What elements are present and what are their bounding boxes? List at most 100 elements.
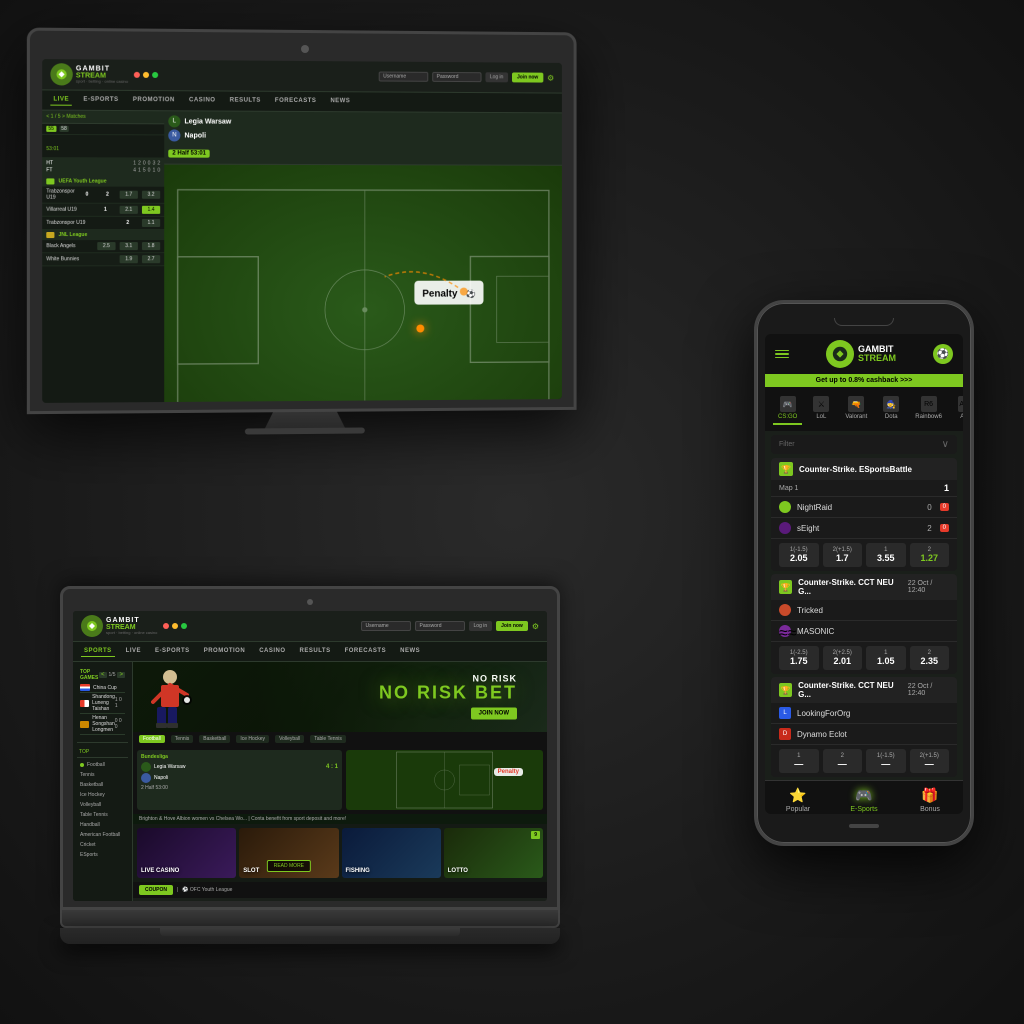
phone-s3-odds3-btn[interactable]: 1(-1.5) — — [866, 749, 906, 773]
laptop-ql-icehockey[interactable]: Ice Hockey — [236, 735, 269, 743]
phone-tab-csgo[interactable]: 🎮 CS:GO — [773, 393, 802, 425]
phone-section2-icon: 🏆 — [779, 580, 792, 594]
monitor-password-input[interactable]: Password — [432, 72, 481, 82]
laptop-sport-basketball[interactable]: Basketball — [77, 780, 128, 790]
laptop-prev-btn[interactable]: < — [99, 672, 107, 678]
phone-nav-esports[interactable]: 🎮 E-Sports — [831, 787, 897, 813]
laptop-nav-results[interactable]: RESULTS — [297, 646, 334, 657]
phone-tab-aov[interactable]: AoV AoV — [953, 393, 963, 425]
laptop-touchpad — [160, 928, 460, 936]
laptop-card-livecasino[interactable]: LIVE CASINO — [137, 828, 236, 878]
laptop-lotto-badge: 9 — [531, 831, 540, 839]
laptop-card-lotto[interactable]: LOTTO 9 — [444, 828, 543, 878]
monitor-login-button[interactable]: Log in — [485, 72, 508, 82]
laptop-nav-esports[interactable]: E-SPORTS — [152, 646, 193, 657]
phone-s3-odds1-btn[interactable]: 1 — — [779, 749, 819, 773]
phone-cashback-bar[interactable]: Get up to 0.8% cashback >>> — [765, 374, 963, 387]
phone-section1-map-row: Map 1 1 — [771, 480, 957, 497]
laptop-sport-american-football[interactable]: American Football — [77, 830, 128, 840]
phone-s2-odds1-btn[interactable]: 1(-2.5) 1.75 — [779, 646, 819, 670]
phone-tab-lol[interactable]: ⚔ LoL — [808, 393, 834, 425]
laptop-password-input[interactable]: Password — [415, 621, 465, 631]
phone-ball-icon: ⚽ — [933, 344, 953, 364]
laptop-ql-tennis[interactable]: Tennis — [171, 735, 193, 743]
phone-s2-odds2-btn[interactable]: 2(+2.5) 2.01 — [823, 646, 863, 670]
laptop-ql-tabletennis[interactable]: Table Tennis — [310, 735, 346, 743]
laptop-sport-esports[interactable]: ESports — [77, 850, 128, 860]
monitor-league-header: UEFA Youth League — [42, 176, 164, 186]
laptop-nav-live[interactable]: LIVE — [123, 646, 144, 657]
laptop-sport-tennis[interactable]: Tennis — [77, 770, 128, 780]
laptop-card-fishing[interactable]: FISHING — [342, 828, 441, 878]
laptop-bottom-bar: COUPON | ⚽ OFC Youth League — [133, 882, 547, 898]
monitor-nav-esports[interactable]: E-SPORTS — [80, 95, 121, 106]
laptop-coupon-btn[interactable]: COUPON — [139, 885, 173, 895]
phone-tab-rainbow6[interactable]: R6 Rainbow6 — [910, 393, 947, 425]
phone-s3-odds4-btn[interactable]: 2(+1.5) — — [910, 749, 950, 773]
monitor-lang-icon[interactable]: ⚙ — [547, 73, 554, 82]
laptop-lang-icon[interactable]: ⚙ — [532, 622, 539, 631]
phone-s2-odds4-btn[interactable]: 2 2.35 — [910, 646, 950, 670]
field-lines-svg — [164, 165, 562, 403]
laptop-hero-cta[interactable]: Join now — [471, 708, 517, 720]
phone-logo-svg — [831, 345, 849, 363]
phone-tab-valorant[interactable]: 🔫 Valorant — [840, 393, 872, 425]
laptop-username-input[interactable]: Username — [361, 621, 411, 631]
laptop-nav-casino[interactable]: CASINO — [256, 646, 288, 657]
laptop-football-dot — [80, 763, 84, 767]
laptop-card-slot[interactable]: SLOT READ MORE — [239, 828, 338, 878]
laptop-next-btn[interactable]: > — [117, 672, 125, 678]
laptop-join-button[interactable]: Join now — [496, 621, 528, 631]
laptop-nav-forecasts[interactable]: FORECASTS — [342, 646, 390, 657]
phone-nav-bonus[interactable]: 🎁 Bonus — [897, 787, 963, 813]
desktop-monitor: GAMBIT STREAM sport · betting · online c… — [27, 28, 577, 437]
monitor-join-button[interactable]: Join now — [512, 72, 543, 82]
laptop-ql-volleyball[interactable]: Volleyball — [275, 735, 304, 743]
phone-s1-odds2-btn[interactable]: 2(+1.5) 1.7 — [823, 543, 863, 567]
laptop-sport-volleyball[interactable]: Volleyball — [77, 800, 128, 810]
phone-section3-date: 22 Oct / 12:40 — [908, 683, 949, 697]
monitor-nav-live[interactable]: LIVE — [50, 94, 72, 105]
monitor-nav-casino[interactable]: CASINO — [186, 95, 219, 106]
phone-s2-odds3-btn[interactable]: 1 1.05 — [866, 646, 906, 670]
phone-s1-odds3-btn[interactable]: 1 3.55 — [866, 543, 906, 567]
laptop-nav-news[interactable]: NEWS — [397, 646, 423, 657]
monitor-nav-forecasts[interactable]: FORECASTS — [272, 96, 320, 107]
laptop-ql-basketball[interactable]: Basketball — [199, 735, 230, 743]
phone-s3-odds2-btn[interactable]: 2 — — [823, 749, 863, 773]
phone-csgo-icon: 🎮 — [780, 396, 796, 412]
laptop-sport-icehockey[interactable]: Ice Hockey — [77, 790, 128, 800]
laptop-sport-cricket[interactable]: Cricket — [77, 840, 128, 850]
monitor-match-teams-header: L Legia Warsaw N Napoli 2 Half — [164, 111, 562, 165]
phone-aov-icon: AoV — [958, 396, 963, 412]
laptop-sport-tabletennis[interactable]: Table Tennis — [77, 810, 128, 820]
phone-nav-popular[interactable]: ⭐ Popular — [765, 787, 831, 813]
monitor-match-count: 55 58 — [42, 124, 164, 136]
laptop-sport-handball[interactable]: Handball — [77, 820, 128, 830]
monitor-nav-news[interactable]: NEWS — [327, 96, 353, 107]
monitor-match-time-badge: 2 Half 53:01 — [168, 150, 210, 158]
laptop-sport-football[interactable]: Football — [77, 760, 128, 770]
phone-filter-bar[interactable]: Filter ∨ — [771, 435, 957, 454]
phone-menu-icon[interactable] — [775, 350, 789, 359]
phone-logo: GAMBIT STREAM — [826, 340, 896, 368]
laptop-more-games-link[interactable]: ⚽ OFC Youth League — [182, 887, 232, 893]
phone-s1-odds4-btn[interactable]: 2 1.27 — [910, 543, 950, 567]
laptop-ql-football[interactable]: Football — [139, 735, 165, 743]
laptop-nav-promotion[interactable]: PROMOTION — [201, 646, 249, 657]
monitor-nav-promotion[interactable]: PROMOTION — [130, 95, 178, 106]
monitor-username-input[interactable]: Username — [378, 72, 428, 82]
monitor-nav-results[interactable]: RESULTS — [227, 96, 264, 107]
laptop-nav-sports[interactable]: SPORTS — [81, 646, 115, 657]
laptop-main-content: NO RISK NO RISK BET Join now Football Te… — [133, 662, 547, 901]
laptop-top-games-page: 1/5 — [109, 672, 116, 678]
phone-lookingfororg-icon: L — [779, 707, 791, 719]
phone-s1-odds1-btn[interactable]: 1(-1.5) 2.05 — [779, 543, 819, 567]
laptop-slot-readmore[interactable]: READ MORE — [267, 860, 311, 872]
phone-home-button[interactable] — [849, 824, 879, 828]
phone-tab-dota[interactable]: 🧙 Dota — [878, 393, 904, 425]
laptop-login-button[interactable]: Log in — [469, 621, 493, 631]
phone-logo-icon — [826, 340, 854, 368]
laptop-soccer-player — [143, 667, 198, 732]
laptop-live-match-time: 2 Half 53:00 — [141, 785, 338, 791]
